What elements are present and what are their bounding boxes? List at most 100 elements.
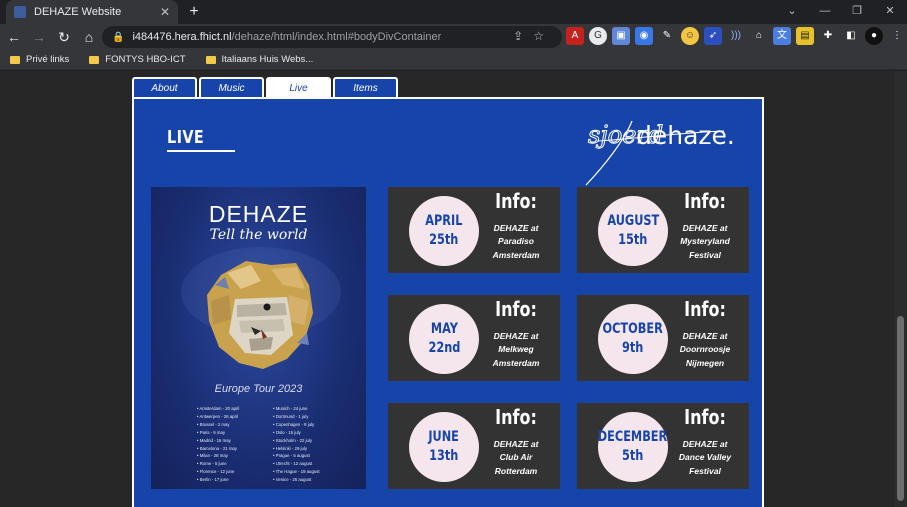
tour-date: • Rome - 5 june [197, 461, 227, 467]
date-circle: AUGUST 15th [598, 196, 668, 266]
tour-date: • Brussel - 2 may [197, 421, 230, 427]
event-card-april[interactable]: APRIL 25th Info: DEHAZE at Paradiso Amst… [388, 187, 560, 273]
event-info-line: Festival [689, 249, 721, 260]
info-heading: Info: [684, 189, 726, 213]
event-info-line: Festival [689, 465, 721, 476]
share-icon[interactable]: ⇪ [513, 29, 533, 43]
poster-tour-title: Europe Tour 2023 [214, 383, 303, 395]
tab-live[interactable]: Live [266, 77, 331, 99]
back-arrow-icon[interactable]: ← [3, 26, 25, 48]
event-info-line: DEHAZE at [493, 331, 539, 341]
minimize-icon[interactable]: — [810, 0, 840, 24]
info-heading: Info: [684, 405, 726, 429]
live-panel: LIVE sjoerd dehaze. DEHAZE Tell the worl… [132, 97, 764, 507]
event-day: 5th [622, 448, 644, 464]
bookmark-italiaans-huis[interactable]: Italiaans Huis Webs... [205, 54, 314, 65]
pdf-extension-icon[interactable]: A [566, 27, 584, 45]
side-panel-icon[interactable]: ◧ [842, 27, 860, 45]
site-favicon-icon [14, 6, 26, 18]
date-circle: APRIL 25th [409, 196, 479, 266]
folder-icon [205, 55, 216, 64]
puzzle-extensions-icon[interactable]: ✚ [819, 27, 837, 45]
scrollbar-thumb[interactable] [897, 316, 904, 501]
event-day: 22nd [428, 340, 460, 356]
event-month: JUNE [428, 429, 460, 445]
page-viewport: About Music Live Items LIVE sjoerd dehaz… [0, 71, 907, 507]
tour-date: • Utrecht - 12 august [273, 461, 313, 467]
tour-date: • Munich - 24 june [273, 406, 308, 411]
reload-icon[interactable]: ↻ [53, 26, 75, 48]
bookmark-label: Privé links [26, 54, 70, 65]
bookmark-fontys[interactable]: FONTYS HBO-ICT [89, 54, 186, 65]
event-info-line: Nijmegen [685, 357, 725, 368]
event-day: 13th [429, 448, 459, 464]
poster-subtitle: Tell the world [209, 227, 308, 243]
title-underline [167, 150, 235, 152]
home-icon[interactable]: ⌂ [78, 26, 100, 48]
pin-extension-icon[interactable]: ➶ [704, 27, 722, 45]
tab-items[interactable]: Items [333, 77, 398, 99]
event-month: AUGUST [607, 213, 659, 229]
omnibox-actions[interactable]: ⇪☆ [513, 29, 554, 43]
tour-date: • Milan - 28 may [197, 453, 228, 459]
event-info-line: Mysteryland [680, 236, 730, 247]
translate-extension-icon[interactable]: 文 [773, 27, 791, 45]
tab-close-icon[interactable]: ✕ [160, 5, 170, 19]
notes-extension-icon[interactable]: ▤ [796, 27, 814, 45]
date-circle: MAY 22nd [409, 304, 479, 374]
tour-date: • Barcelona - 21 may [197, 445, 237, 451]
star-icon[interactable]: ☆ [533, 29, 554, 43]
tab-search-chevron-icon[interactable]: ⌄ [777, 0, 807, 24]
event-card-june[interactable]: JUNE 13th Info: DEHAZE at Club Air Rotte… [388, 403, 560, 489]
forward-arrow-icon[interactable]: → [28, 26, 50, 48]
event-info: DEHAZE at Dance Valley Festival [671, 438, 739, 478]
event-day: 15th [618, 232, 648, 248]
pen-extension-icon[interactable]: ✎ [658, 27, 676, 45]
record-extension-icon[interactable]: ◉ [635, 27, 653, 45]
event-card-may[interactable]: MAY 22nd Info: DEHAZE at Melkweg Amsterd… [388, 295, 560, 381]
event-info-line: Amsterdam [492, 249, 540, 260]
url-path: /dehaze/html/index.html#bodyDivContainer [231, 31, 442, 43]
window-close-icon[interactable]: ✕ [875, 0, 905, 24]
tab-about[interactable]: About [132, 77, 197, 99]
tour-date: • Stockholm - 22 july [273, 437, 312, 443]
info-heading: Info: [684, 297, 726, 321]
page-scrollbar[interactable] [894, 71, 907, 507]
tab-music[interactable]: Music [199, 77, 264, 99]
folder-icon [10, 55, 20, 64]
bookmark-label: Italiaans Huis Webs... [221, 54, 314, 65]
event-card-october[interactable]: OCTOBER 9th Info: DEHAZE at Doornroosje … [577, 295, 749, 381]
event-info: DEHAZE at Mysteryland Festival [671, 222, 739, 262]
restore-icon[interactable]: ❐ [842, 0, 872, 24]
event-info-line: Club Air [499, 452, 533, 463]
g-extension-icon[interactable]: G [589, 27, 607, 45]
audio-extension-icon[interactable]: ))) [727, 27, 745, 45]
bookmark-prive-links[interactable]: Privé links [10, 54, 69, 65]
address-bar[interactable]: 🔒 i484476.hera.fhict.nl /dehaze/html/ind… [102, 26, 562, 48]
folder-icon [89, 55, 100, 64]
event-info-line: DEHAZE at [682, 331, 728, 341]
logo-wordmark: dehaze. [636, 121, 735, 150]
info-heading: Info: [495, 405, 537, 429]
menu-kebab-icon[interactable]: ⋮ [888, 27, 906, 45]
event-info-line: Rotterdam [494, 465, 538, 476]
poster-title: DEHAZE [208, 201, 309, 227]
poster-collage-face [207, 261, 313, 369]
tab-title: DEHAZE Website [34, 6, 122, 18]
event-info-line: DEHAZE at [682, 439, 728, 449]
event-card-december[interactable]: DECEMBER 5th Info: DEHAZE at Dance Valle… [577, 403, 749, 489]
emoji-extension-icon[interactable]: ☺ [681, 27, 699, 45]
poster-tour-dates: • Amsterdam - 20 april • Munich - 24 june… [197, 405, 347, 484]
browser-tab[interactable]: DEHAZE Website ✕ [6, 0, 178, 24]
event-card-august[interactable]: AUGUST 15th Info: DEHAZE at Mysteryland … [577, 187, 749, 273]
bank-extension-icon[interactable]: ⌂ [750, 27, 768, 45]
screenshot-extension-icon[interactable]: ▣ [612, 27, 630, 45]
event-info-line: Melkweg [498, 344, 534, 355]
extensions-area: A G ▣ ◉ ✎ ☺ ➶ ))) ⌂ 文 ▤ ✚ ◧ ● ⋮ [566, 27, 906, 47]
event-info-line: Doornroosje [679, 344, 731, 355]
tour-date: • Venice - 26 august [273, 477, 312, 483]
profile-avatar-icon[interactable]: ● [865, 27, 883, 45]
bookmarks-bar: Privé links FONTYS HBO-ICT Italiaans Hui… [0, 50, 907, 70]
new-tab-button[interactable]: + [184, 2, 204, 22]
tour-date: • Dortmund - 1 july [273, 413, 309, 419]
